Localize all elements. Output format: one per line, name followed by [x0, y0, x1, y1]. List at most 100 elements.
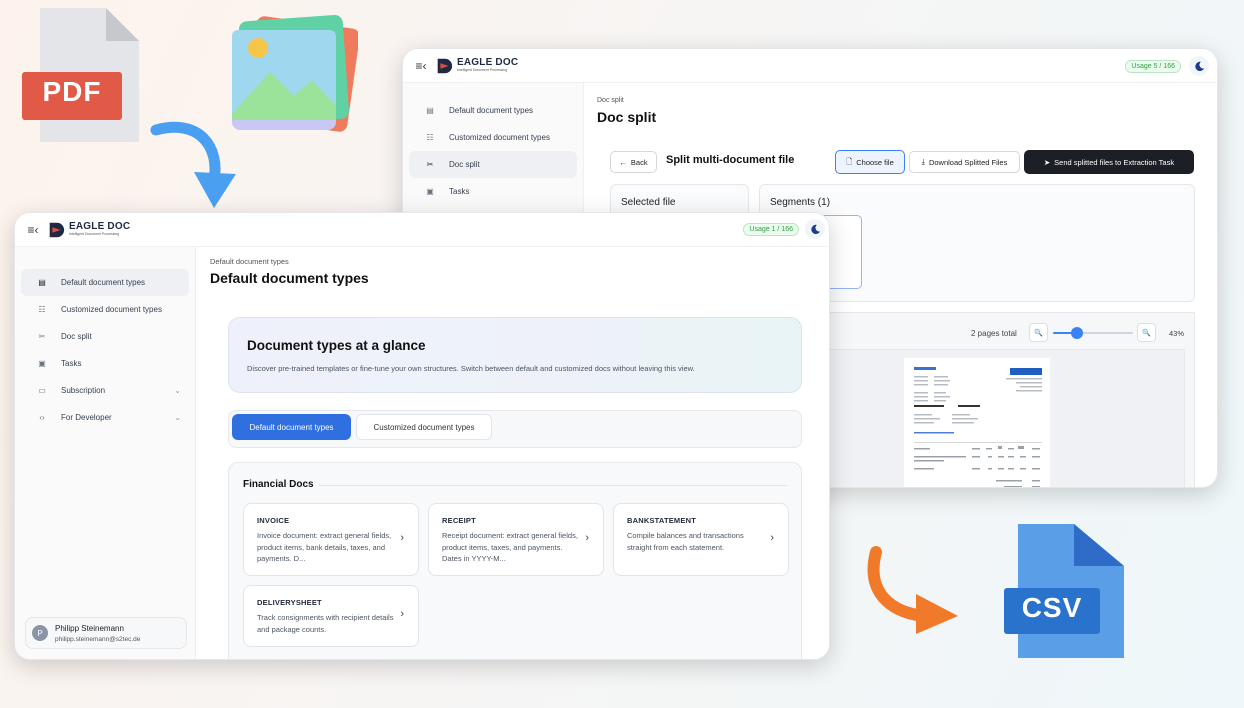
- choose-file-label: Choose file: [856, 157, 894, 167]
- back-button-label: Back: [630, 157, 648, 167]
- eagle-logo-icon: [437, 58, 453, 73]
- card-description: Invoice document: extract general fields…: [257, 531, 392, 563]
- logo: EAGLE DOC Intelligent Document Processing: [435, 57, 518, 75]
- zoom-slider-thumb[interactable]: [1071, 327, 1083, 339]
- sidebar-item-label: Tasks: [449, 187, 470, 196]
- sidebar: ▤ Default document types ☷ Customized docu…: [15, 247, 196, 659]
- chevron-right-icon: ›: [400, 608, 404, 620]
- arrow-right-icon: [867, 546, 958, 634]
- sidebar-item-label: Customized document types: [449, 133, 550, 142]
- section-divider: [319, 485, 787, 486]
- dark-mode-toggle[interactable]: [1189, 56, 1209, 76]
- chevron-down-icon: ⌄: [174, 413, 181, 422]
- sidebar-item-label: For Developer: [61, 413, 112, 422]
- image-stack-icon: [232, 15, 358, 132]
- chevron-right-icon: ›: [585, 532, 589, 544]
- menu-toggle-icon[interactable]: ≡‹: [413, 59, 429, 73]
- user-profile[interactable]: P Philipp Steinemann philipp.steinemann@…: [25, 617, 187, 649]
- sidebar-item-label: Default document types: [61, 278, 146, 287]
- card-description: Receipt document: extract general fields…: [442, 531, 578, 563]
- card-title: RECEIPT: [442, 516, 476, 525]
- page-title: Doc split: [597, 109, 657, 125]
- sidebar-item-tasks[interactable]: ▣ Tasks: [409, 178, 577, 205]
- tab-customized-types[interactable]: Customized document types: [356, 414, 492, 440]
- send-to-extraction-button[interactable]: ➤ Send splitted files to Extraction Task: [1024, 150, 1194, 174]
- logo-subtitle: Intelligent Document Processing: [457, 68, 508, 73]
- back-button[interactable]: ← Back: [610, 151, 657, 173]
- default-types-window: ≡‹ EAGLE DOC Intelligent Document Process…: [14, 212, 830, 660]
- document-stack-icon: ▤: [38, 278, 46, 287]
- zoom-in-button[interactable]: 🔍: [1137, 323, 1156, 342]
- moon-icon: [810, 224, 820, 234]
- top-bar: ≡‹ EAGLE DOC Intelligent Document Process…: [15, 213, 829, 247]
- clipboard-icon: ▣: [426, 187, 434, 196]
- sidebar-item-label: Doc split: [61, 332, 92, 341]
- breadcrumb: Default document types: [210, 257, 289, 266]
- scissors-icon: ✂: [426, 160, 434, 169]
- sidebar-item-subscription[interactable]: ▭ Subscription ⌄: [21, 377, 189, 404]
- avatar: P: [32, 625, 48, 641]
- sidebar-item-default-types[interactable]: ▤ Default document types: [409, 97, 577, 124]
- sidebar-item-customized-types[interactable]: ☷ Customized document types: [21, 296, 189, 323]
- zoom-out-icon: 🔍: [1034, 329, 1043, 337]
- document-page-thumbnail: [904, 358, 1050, 487]
- chevron-right-icon: ›: [400, 532, 404, 544]
- download-button[interactable]: ⤓ Download Splitted Files: [909, 151, 1020, 173]
- page-title: Default document types: [210, 270, 369, 286]
- segments-title: Segments (1): [770, 197, 831, 208]
- sidebar-item-label: Default document types: [449, 106, 534, 115]
- sidebar-item-doc-split[interactable]: ✂ Doc split: [21, 323, 189, 350]
- doc-type-card-deliverysheet[interactable]: DELIVERYSHEET Track consignments with re…: [243, 585, 419, 647]
- zoom-out-button[interactable]: 🔍: [1029, 323, 1048, 342]
- logo-title: EAGLE DOC: [457, 57, 519, 69]
- zoom-level: 43%: [1169, 329, 1185, 338]
- card-title: INVOICE: [257, 516, 290, 525]
- sliders-icon: ☷: [426, 133, 434, 142]
- zoom-slider[interactable]: [1053, 327, 1133, 339]
- arrow-left-icon: ←: [619, 157, 627, 167]
- breadcrumb: Doc split: [597, 97, 624, 104]
- pdf-file-icon: [22, 8, 139, 142]
- default-types-main: Default document types Default document …: [196, 247, 829, 659]
- sidebar-item-tasks[interactable]: ▣ Tasks: [21, 350, 189, 377]
- eagle-logo-icon: [49, 222, 65, 237]
- top-bar: ≡‹ EAGLE DOC Intelligent Document Process…: [403, 49, 1217, 83]
- chevron-right-icon: ›: [770, 532, 774, 544]
- logo: EAGLE DOC Intelligent Document Processing: [47, 221, 130, 239]
- hero-title: Document types at a glance: [247, 338, 426, 353]
- csv-label: CSV: [1021, 592, 1083, 623]
- section-title: Financial Docs: [243, 479, 314, 490]
- menu-toggle-icon[interactable]: ≡‹: [25, 223, 41, 237]
- sidebar-item-default-types[interactable]: ▤ Default document types: [21, 269, 189, 296]
- code-icon: ‹›: [39, 413, 45, 422]
- doc-type-card-receipt[interactable]: RECEIPT Receipt document: extract genera…: [428, 503, 604, 576]
- download-icon: ⤓: [921, 157, 925, 166]
- sidebar-item-doc-split[interactable]: ✂ Doc split: [409, 151, 577, 178]
- doc-type-card-bankstatement[interactable]: BANKSTATEMENT Compile balances and trans…: [613, 503, 789, 576]
- download-label: Download Splitted Files: [928, 157, 1008, 167]
- document-stack-icon: ▤: [426, 106, 434, 115]
- user-email: philipp.steinemann@s2tec.de: [55, 635, 141, 643]
- doc-type-card-invoice[interactable]: INVOICE Invoice document: extract genera…: [243, 503, 419, 576]
- moon-icon: [1194, 61, 1204, 71]
- sidebar-item-customized-types[interactable]: ☷ Customized document types: [409, 124, 577, 151]
- hero-text: Discover pre-trained templates or fine-t…: [247, 364, 695, 373]
- pages-total: 2 pages total: [971, 329, 1017, 338]
- sidebar-item-label: Doc split: [449, 160, 480, 169]
- pdf-label: PDF: [42, 76, 102, 107]
- card-title: BANKSTATEMENT: [627, 516, 696, 525]
- file-icon: 🗋: [846, 156, 853, 166]
- chevron-down-icon: ⌄: [174, 386, 181, 395]
- usage-badge: Usage 5 / 166: [1125, 60, 1181, 73]
- tab-default-types[interactable]: Default document types: [232, 414, 351, 440]
- sidebar-item-for-developer[interactable]: ‹› For Developer ⌄: [21, 404, 189, 431]
- send-label: Send splitted files to Extraction Task: [1054, 157, 1175, 167]
- zoom-in-icon: 🔍: [1142, 329, 1151, 337]
- card-description: Track consignments with recipient detail…: [257, 613, 394, 634]
- hero-banner: Document types at a glance Discover pre-…: [228, 317, 802, 393]
- send-icon: ➤: [1043, 157, 1051, 167]
- card-icon: ▭: [38, 386, 46, 395]
- dark-mode-toggle[interactable]: [805, 219, 825, 239]
- usage-badge: Usage 1 / 166: [743, 223, 799, 236]
- choose-file-button[interactable]: 🗋 Choose file: [835, 150, 905, 174]
